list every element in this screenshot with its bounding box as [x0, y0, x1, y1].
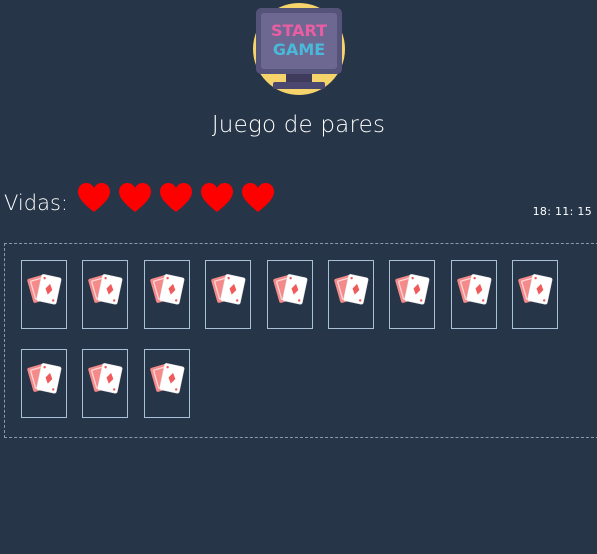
card-board — [4, 243, 597, 438]
logo-game-text: GAME — [273, 40, 325, 59]
playing-cards-icon — [334, 274, 369, 305]
playing-cards-icon — [211, 274, 246, 305]
playing-cards-icon — [27, 274, 62, 305]
hearts-container — [77, 183, 283, 213]
heart-icon — [77, 183, 110, 212]
card[interactable] — [328, 260, 374, 329]
page-title: Juego de pares — [211, 112, 386, 138]
card[interactable] — [266, 260, 313, 329]
lives-label: Vidas: — [4, 191, 68, 215]
start-game-logo: START GAME — [253, 3, 345, 95]
heart-icon — [241, 183, 274, 212]
card[interactable] — [82, 349, 129, 418]
card[interactable] — [450, 260, 497, 329]
card[interactable] — [143, 260, 190, 329]
lives-row: Vidas: — [4, 180, 283, 216]
playing-cards-icon — [27, 363, 62, 394]
heart-icon — [200, 183, 233, 212]
playing-cards-icon — [88, 274, 123, 305]
heart-icon — [159, 183, 192, 212]
logo-start-text: START — [271, 21, 327, 40]
heart-icon — [118, 183, 151, 212]
playing-cards-icon — [150, 363, 185, 394]
playing-cards-icon — [457, 274, 492, 305]
playing-cards-icon — [518, 274, 553, 305]
card[interactable] — [143, 349, 190, 418]
playing-cards-icon — [395, 274, 430, 305]
card[interactable] — [205, 260, 252, 329]
card[interactable] — [512, 260, 559, 329]
card[interactable] — [389, 260, 436, 329]
card[interactable] — [21, 260, 67, 329]
clock-display: 18: 11: 15 — [532, 205, 592, 218]
playing-cards-icon — [272, 274, 308, 305]
playing-cards-icon — [88, 363, 123, 394]
card[interactable] — [82, 260, 129, 329]
card[interactable] — [21, 349, 67, 418]
playing-cards-icon — [150, 274, 185, 305]
